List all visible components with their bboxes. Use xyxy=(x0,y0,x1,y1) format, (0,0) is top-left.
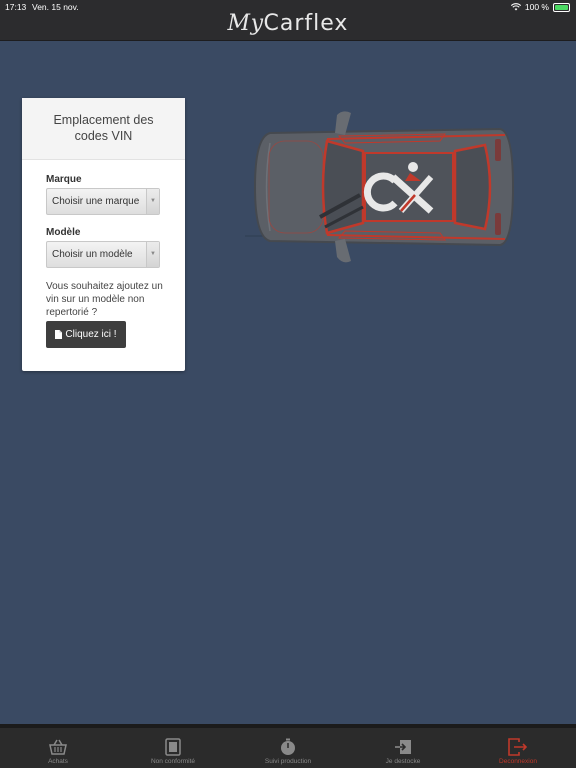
vin-location-panel: Emplacement des codes VIN Marque Choisir… xyxy=(22,98,185,371)
chevron-down-icon: ▼ xyxy=(146,189,159,214)
tab-je-destocke[interactable]: Je destocke xyxy=(358,736,448,765)
marque-label: Marque xyxy=(46,174,82,185)
import-icon xyxy=(395,740,411,754)
logout-icon xyxy=(508,738,528,756)
marque-select-value: Choisir une marque xyxy=(52,196,140,207)
click-here-label: Cliquez ici ! xyxy=(65,329,117,340)
modele-label: Modèle xyxy=(46,227,81,238)
panel-title: Emplacement des codes VIN xyxy=(22,98,185,160)
unlisted-model-note: Vous souhaitez ajoutez un vin sur un mod… xyxy=(46,281,163,318)
tab-suivi-production[interactable]: Suivi production xyxy=(243,736,333,765)
bottom-tab-bar: Achats Non conformité Suivi production J… xyxy=(0,724,576,768)
panel-body: Marque Choisir une marque ▼ Modèle Chois… xyxy=(22,160,185,348)
app-logo: MyCarflex xyxy=(0,11,576,36)
stopwatch-icon xyxy=(281,738,295,755)
tab-non-conformite[interactable]: Non conformité xyxy=(128,736,218,765)
tab-achats-label: Achats xyxy=(48,758,68,765)
logo-my: My xyxy=(227,11,264,36)
modele-select[interactable]: Choisir un modèle ▼ xyxy=(46,241,160,268)
tab-deconnexion-label: Deconnexion xyxy=(499,758,537,765)
panel-title-line2: codes VIN xyxy=(74,129,133,143)
tab-achats[interactable]: Achats xyxy=(13,736,103,765)
app-header: MyCarflex xyxy=(0,11,576,41)
tab-suivi-production-label: Suivi production xyxy=(264,758,312,765)
tab-non-conformite-label: Non conformité xyxy=(150,758,196,765)
basket-icon xyxy=(49,739,67,755)
modele-select-value: Choisir un modèle xyxy=(52,249,133,260)
document-icon xyxy=(165,738,181,756)
wifi-icon xyxy=(510,3,521,11)
file-icon xyxy=(55,330,63,339)
chevron-down-icon: ▼ xyxy=(146,242,159,267)
logo-brand: Carflex xyxy=(263,11,349,36)
tab-je-destocke-label: Je destocke xyxy=(385,758,421,765)
tab-deconnexion[interactable]: Deconnexion xyxy=(473,736,563,765)
marque-select[interactable]: Choisir une marque ▼ xyxy=(46,188,160,215)
click-here-button[interactable]: Cliquez ici ! xyxy=(46,321,126,348)
car-diagram xyxy=(155,105,515,270)
panel-title-line1: Emplacement des xyxy=(53,113,154,127)
